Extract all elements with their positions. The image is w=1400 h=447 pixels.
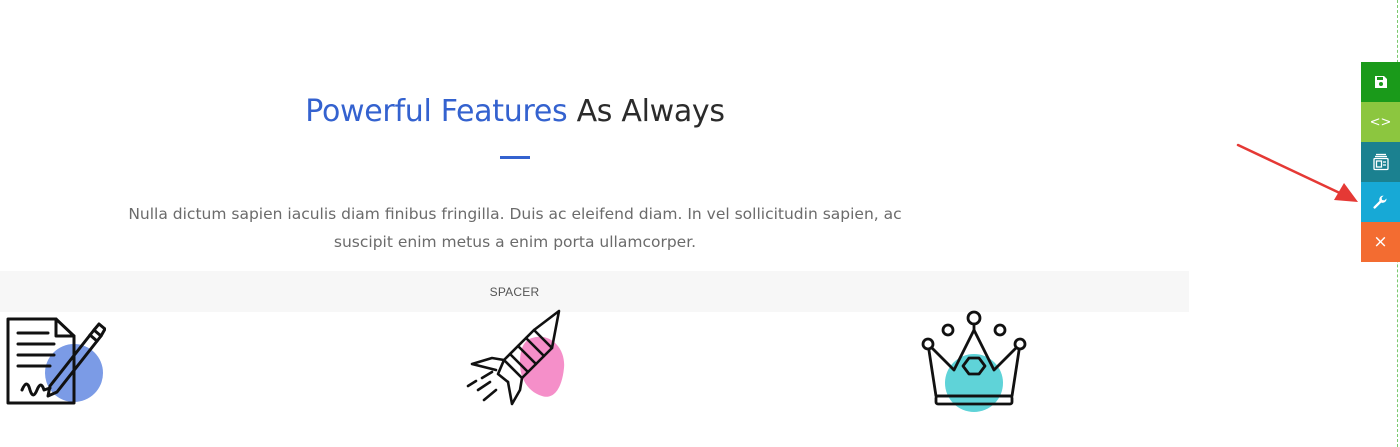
template-icon — [1372, 153, 1389, 171]
title-underline — [500, 156, 530, 159]
spacer-label: SPACER — [489, 284, 540, 299]
code-button[interactable]: <> — [1361, 102, 1400, 142]
template-button[interactable] — [1361, 142, 1400, 182]
section-title-accent: Powerful Features — [305, 94, 568, 129]
save-icon — [1374, 75, 1388, 89]
crown-icon — [918, 308, 1030, 414]
section-description: Nulla dictum sapien iaculis diam finibus… — [128, 205, 902, 251]
section-title: Powerful Features As Always — [0, 94, 1030, 129]
save-button[interactable] — [1361, 62, 1400, 102]
section-title-rest: As Always — [576, 94, 725, 129]
code-icon: <> — [1369, 114, 1392, 130]
spacer-block[interactable]: SPACER — [0, 271, 1189, 312]
editor-toolbar: <> × — [1361, 62, 1400, 262]
close-icon: × — [1373, 231, 1388, 252]
close-button[interactable]: × — [1361, 222, 1400, 262]
rocket-icon — [462, 308, 566, 408]
wrench-icon — [1373, 195, 1388, 210]
document-pen-icon — [4, 316, 106, 408]
settings-button[interactable] — [1361, 182, 1400, 222]
